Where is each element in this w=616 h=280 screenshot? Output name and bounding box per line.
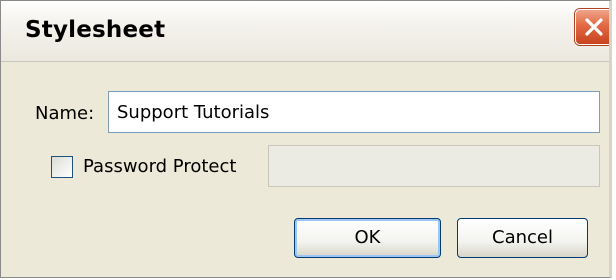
title-bar[interactable]: Stylesheet (1, 1, 609, 62)
close-icon (585, 18, 603, 36)
dialog-title: Stylesheet (25, 17, 166, 43)
ok-button[interactable]: OK (294, 218, 441, 258)
name-input[interactable] (108, 91, 600, 133)
password-protect-checkbox[interactable] (51, 156, 73, 178)
password-protect-label[interactable]: Password Protect (83, 156, 236, 177)
name-label: Name: (35, 103, 95, 124)
cancel-button[interactable]: Cancel (457, 218, 588, 258)
stylesheet-dialog: Stylesheet Name: Password Protect OK Can… (0, 0, 612, 278)
close-button[interactable] (575, 9, 609, 45)
password-input (268, 145, 600, 187)
